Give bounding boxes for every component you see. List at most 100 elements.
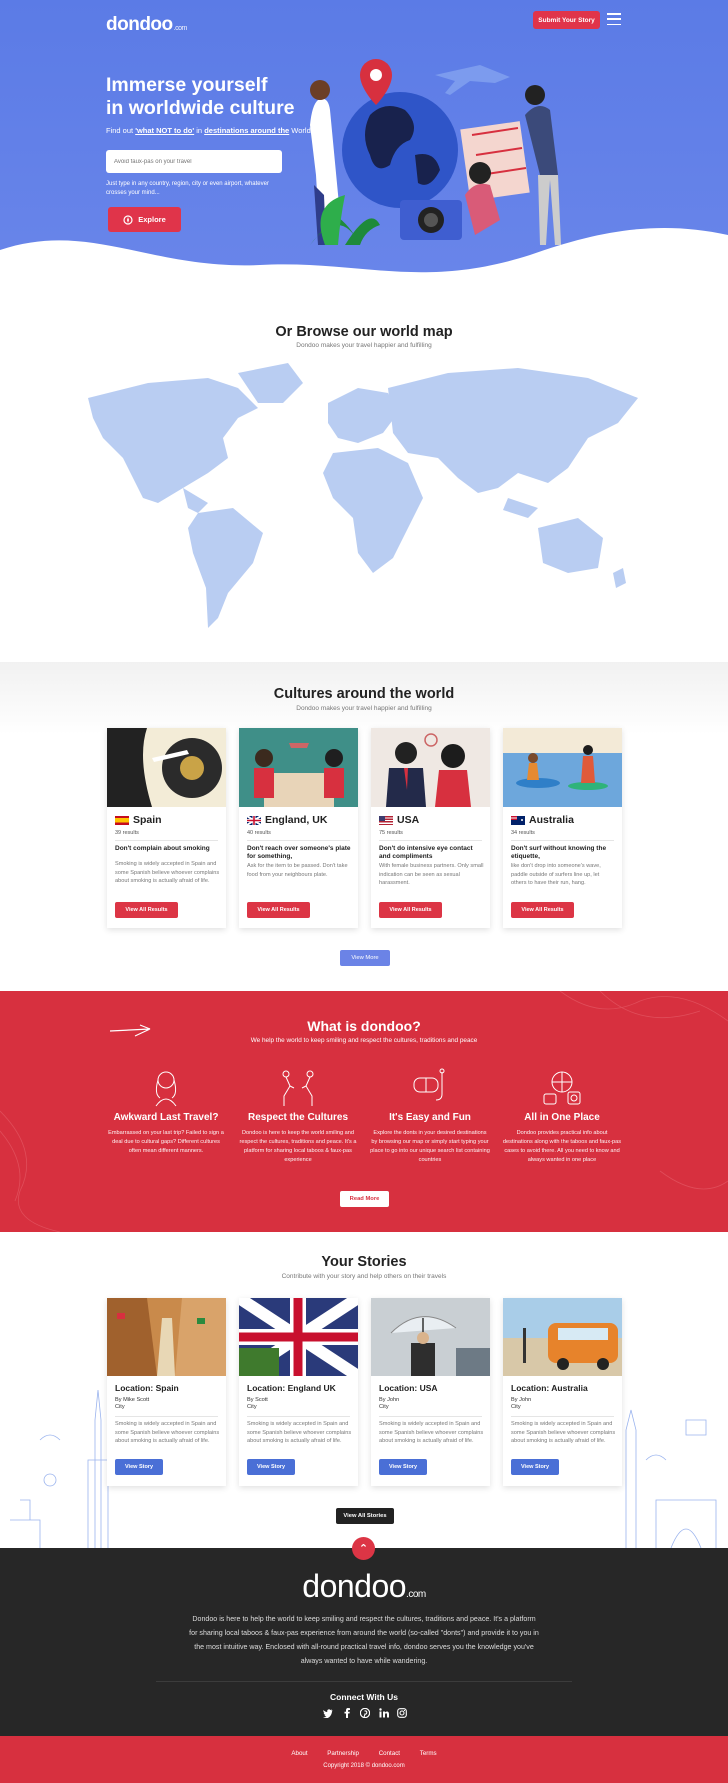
story-description: Smoking is widely accepted in Spain and …: [247, 1421, 352, 1444]
facebook-icon[interactable]: [341, 1707, 353, 1719]
what-title: What is dondoo?: [307, 1018, 421, 1034]
central-america[interactable]: [183, 488, 208, 513]
card-results: 39 results: [115, 830, 139, 836]
culture-card-australia[interactable]: Australia 34 results Don't surf without …: [503, 728, 622, 928]
africa[interactable]: [323, 448, 423, 573]
pinterest-icon[interactable]: [359, 1707, 371, 1719]
search-input[interactable]: [106, 150, 282, 173]
hamburger-menu-icon[interactable]: [607, 13, 621, 25]
story-card-england[interactable]: Location: England UK By Scott City Smokin…: [239, 1298, 358, 1486]
feature-awkward-travel: Awkward Last Travel? Embarrassed on your…: [106, 1066, 226, 1156]
uk-flag-icon: [247, 815, 261, 825]
footer-link-about[interactable]: About: [291, 1750, 307, 1757]
twitter-icon[interactable]: [322, 1707, 334, 1719]
what-subtitle: We help the world to keep smiling and re…: [250, 1037, 478, 1044]
social-links: [322, 1707, 408, 1719]
travel-items-icon: [543, 1071, 581, 1105]
map-section-subtitle: Dondoo makes your travel happier and ful…: [296, 342, 432, 349]
card-headline: Don't surf without knowing the etiquette…: [511, 845, 607, 860]
cultures-subtitle: Dondoo makes your travel happier and ful…: [296, 705, 432, 712]
cultures-title: Cultures around the world: [273, 686, 455, 702]
card-results: 75 results: [379, 830, 403, 836]
stories-title: Your Stories: [321, 1254, 407, 1270]
footer-description: Dondoo is here to help the world to keep…: [189, 1615, 539, 1665]
hero-wave-divider: [0, 227, 728, 300]
feature-easy-fun: It's Easy and Fun Explore the donts in y…: [370, 1066, 490, 1165]
story-location: Location: USA: [379, 1383, 438, 1393]
card-headline: Don't reach over someone's plate for som…: [247, 845, 351, 860]
decorative-landmarks-right: [625, 1409, 717, 1548]
story-location: Location: England UK: [247, 1383, 336, 1393]
culture-card-spain[interactable]: Spain 39 results Don't complain about sm…: [107, 728, 226, 928]
footer-link-contact[interactable]: Contact: [379, 1750, 400, 1757]
view-all-results-button[interactable]: View All Results: [247, 902, 310, 918]
card-headline: Don't complain about smoking: [115, 845, 210, 852]
feature-all-in-one: All in One Place Dondoo provides practic…: [502, 1066, 622, 1165]
story-image-australia: [503, 1298, 622, 1376]
copyright: Copyright 2018 © dondoo.com: [323, 1763, 405, 1769]
story-image-usa: [371, 1298, 490, 1376]
card-results: 40 results: [247, 830, 271, 836]
australia[interactable]: [538, 518, 603, 573]
view-story-button[interactable]: View Story: [115, 1459, 163, 1475]
submit-story-button[interactable]: Submit Your Story: [533, 11, 600, 29]
story-description: Smoking is widely accepted in Spain and …: [511, 1421, 616, 1444]
north-america[interactable]: [88, 378, 258, 503]
card-country: USA: [397, 814, 420, 826]
decorative-landmarks-left: [10, 1389, 109, 1548]
view-story-button[interactable]: View Story: [511, 1459, 559, 1475]
new-zealand[interactable]: [613, 568, 626, 588]
footer-link-partnership[interactable]: Partnership: [327, 1750, 359, 1757]
footer-link-terms[interactable]: Terms: [420, 1750, 437, 1757]
instagram-icon[interactable]: [396, 1707, 408, 1719]
read-more-button[interactable]: Read More: [340, 1191, 389, 1207]
indonesia[interactable]: [503, 498, 538, 518]
story-author: By John City: [511, 1397, 532, 1410]
feature-respect-cultures: Respect the Cultures Dondoo is here to k…: [238, 1066, 358, 1165]
view-all-stories-button[interactable]: View All Stories: [336, 1508, 394, 1524]
culture-card-usa[interactable]: USA 75 results Don't do intensive eye co…: [371, 728, 490, 928]
card-description: Ask for the item to be passed. Don't tak…: [247, 863, 348, 878]
footer-links: About Partnership Contact Terms: [0, 1750, 728, 1757]
footer-logo[interactable]: dondoo.com: [0, 1568, 728, 1605]
story-location: Location: Spain: [115, 1383, 179, 1393]
culture-image-business: [371, 728, 490, 807]
story-card-spain[interactable]: Location: Spain By Mike Scott City Smokin…: [107, 1298, 226, 1486]
view-all-results-button[interactable]: View All Results: [115, 902, 178, 918]
worried-woman-icon: [155, 1071, 177, 1107]
bottom-bar: [0, 1736, 728, 1783]
world-map[interactable]: [88, 358, 640, 638]
card-headline: Don't do intensive eye contact and compl…: [379, 845, 473, 860]
card-description: like don't drop into someone's wave, pad…: [511, 863, 601, 886]
linkedin-icon[interactable]: [378, 1707, 390, 1719]
story-card-usa[interactable]: Location: USA By John City Smoking is wid…: [371, 1298, 490, 1486]
story-image-england: [239, 1298, 358, 1376]
culture-image-smoking: [107, 728, 226, 807]
card-country: Australia: [529, 814, 574, 826]
map-section-title: Or Browse our world map: [275, 324, 453, 340]
story-description: Smoking is widely accepted in Spain and …: [115, 1421, 220, 1444]
view-all-results-button[interactable]: View All Results: [511, 902, 574, 918]
card-description: Smoking is widely accepted in Spain and …: [115, 861, 220, 884]
header-logo[interactable]: dondoo.com: [106, 14, 187, 36]
greenland[interactable]: [238, 363, 303, 403]
story-image-spain: [107, 1298, 226, 1376]
view-all-results-button[interactable]: View All Results: [379, 902, 442, 918]
story-location: Location: Australia: [511, 1383, 588, 1393]
story-description: Smoking is widely accepted in Spain and …: [379, 1421, 484, 1444]
scroll-to-top-button[interactable]: ⌃: [352, 1537, 375, 1560]
story-card-australia[interactable]: Location: Australia By John City Smoking …: [503, 1298, 622, 1486]
spain-flag-icon: [115, 815, 129, 825]
culture-image-dining: [239, 728, 358, 807]
south-america[interactable]: [188, 508, 263, 628]
hero-subtitle: Find out 'what NOT to do' in destination…: [106, 126, 311, 135]
what-is-section: What is dondoo? We help the world to kee…: [0, 991, 728, 1232]
search-hint: Just type in any country, region, city o…: [106, 181, 269, 196]
view-story-button[interactable]: View Story: [379, 1459, 427, 1475]
culture-card-england[interactable]: England, UK 40 results Don't reach over …: [239, 728, 358, 928]
view-story-button[interactable]: View Story: [247, 1459, 295, 1475]
europe[interactable]: [328, 388, 398, 443]
view-more-button[interactable]: View More: [340, 950, 390, 966]
card-results: 34 results: [511, 830, 535, 836]
asia[interactable]: [388, 368, 638, 493]
